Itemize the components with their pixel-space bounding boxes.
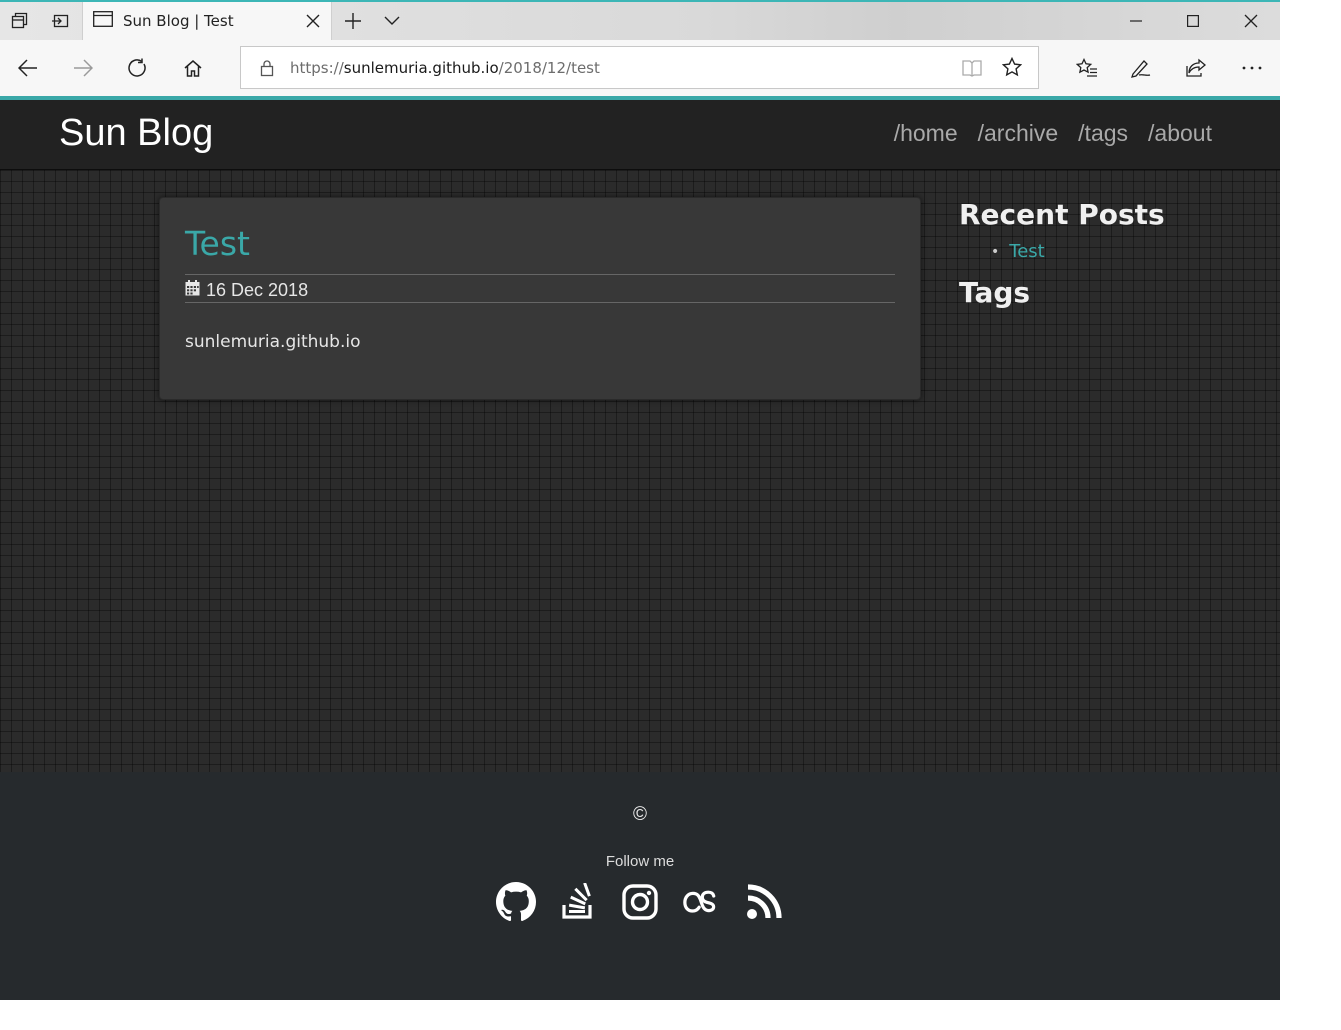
nav-archive-link[interactable]: /archive: [978, 120, 1059, 147]
minimize-icon[interactable]: [1113, 2, 1159, 40]
tab-title: Sun Blog | Test: [123, 12, 234, 30]
browser-toolbar: https://sunlemuria.github.io/2018/12/tes…: [0, 40, 1280, 96]
close-tab-icon[interactable]: [295, 2, 331, 40]
nav-tags-link[interactable]: /tags: [1078, 120, 1128, 147]
page-icon: [93, 11, 113, 31]
share-icon[interactable]: [1171, 40, 1221, 96]
post-body: sunlemuria.github.io: [185, 332, 361, 352]
post-date-text: 16 Dec 2018: [206, 280, 309, 300]
calendar-icon: [185, 280, 200, 301]
recent-posts-list: • Test: [959, 241, 1259, 262]
site-brand-link[interactable]: Sun Blog: [59, 112, 213, 155]
close-window-icon[interactable]: [1228, 2, 1274, 40]
bullet-icon: •: [991, 243, 1000, 260]
tab-actions-icon[interactable]: [0, 2, 40, 40]
copyright-text: ©: [633, 804, 647, 825]
favorite-star-icon[interactable]: [1001, 56, 1023, 81]
rss-icon[interactable]: [744, 882, 784, 922]
title-divider: [185, 274, 895, 275]
main-content: Test 16 Dec 2018 sunlemuria.github.io Re…: [0, 170, 1280, 772]
sidebar: Recent Posts • Test Tags: [959, 198, 1259, 309]
nav-about-link[interactable]: /about: [1148, 120, 1212, 147]
web-note-pen-icon[interactable]: [1116, 40, 1166, 96]
post-card: Test 16 Dec 2018 sunlemuria.github.io: [159, 197, 921, 400]
tags-heading: Tags: [959, 276, 1031, 309]
refresh-icon[interactable]: [113, 40, 163, 96]
address-bar[interactable]: https://sunlemuria.github.io/2018/12/tes…: [240, 46, 1039, 89]
instagram-icon[interactable]: [620, 882, 660, 922]
stackoverflow-icon[interactable]: [558, 882, 598, 922]
recent-post-link[interactable]: Test: [1009, 241, 1044, 262]
browser-tab-active[interactable]: Sun Blog | Test: [82, 2, 332, 40]
social-links: [0, 882, 1280, 922]
recent-post-item: • Test: [991, 241, 1259, 262]
lastfm-icon[interactable]: [682, 882, 722, 922]
browser-window: Sun Blog | Test https://sunlemuria.githu…: [0, 0, 1280, 1000]
home-icon[interactable]: [168, 40, 218, 96]
lock-icon[interactable]: [260, 59, 274, 81]
tab-preview-chevron-icon[interactable]: [374, 2, 410, 40]
new-tab-icon[interactable]: [334, 2, 372, 40]
site-nav: /home /archive /tags /about: [894, 120, 1212, 147]
site-header: Sun Blog /home /archive /tags /about: [0, 100, 1280, 170]
reading-view-icon[interactable]: [962, 58, 982, 82]
github-icon[interactable]: [496, 882, 536, 922]
maximize-icon[interactable]: [1170, 2, 1216, 40]
date-divider: [185, 302, 895, 303]
post-date: 16 Dec 2018: [185, 280, 308, 301]
url-text[interactable]: https://sunlemuria.github.io/2018/12/tes…: [290, 59, 600, 77]
set-tabs-aside-icon[interactable]: [40, 2, 80, 40]
back-icon[interactable]: [3, 40, 53, 96]
recent-posts-heading: Recent Posts: [959, 198, 1165, 231]
favorites-hub-icon[interactable]: [1062, 40, 1112, 96]
nav-home-link[interactable]: /home: [894, 120, 958, 147]
site-footer: © Follow me: [0, 772, 1280, 1000]
forward-icon[interactable]: [58, 40, 108, 96]
more-options-icon[interactable]: [1227, 40, 1277, 96]
title-bar: Sun Blog | Test: [0, 0, 1280, 40]
follow-me-label: Follow me: [605, 853, 675, 870]
post-title[interactable]: Test: [185, 224, 250, 263]
